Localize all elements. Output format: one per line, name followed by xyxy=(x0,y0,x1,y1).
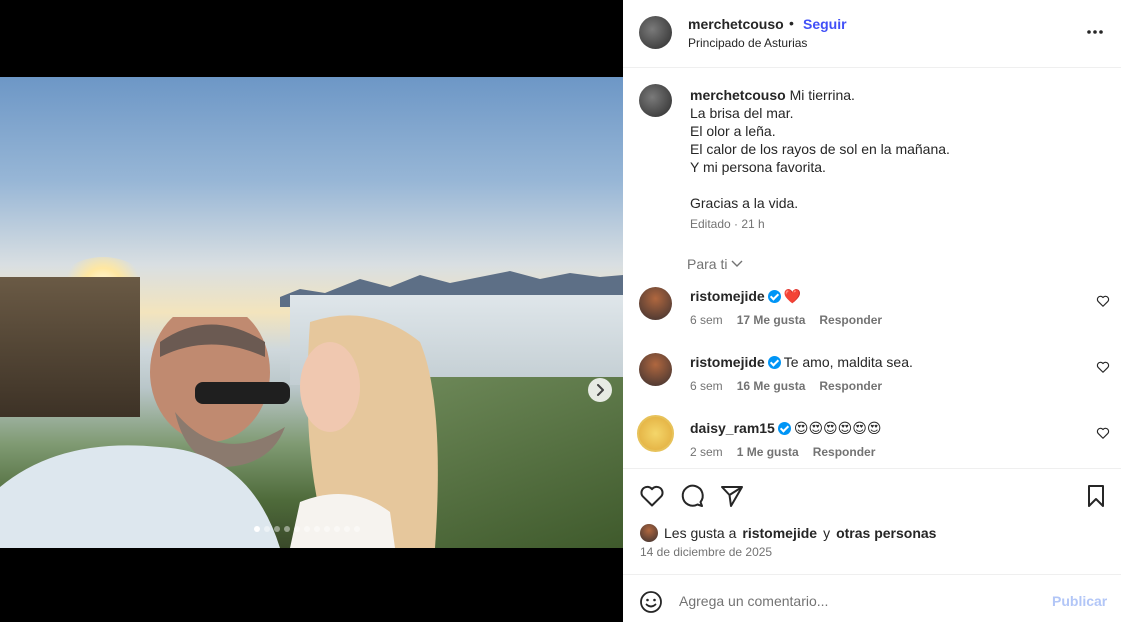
reply-button[interactable]: Responder xyxy=(819,313,882,327)
caption-line: Gracias a la vida. xyxy=(690,195,799,211)
comment-text: ristomejide ❤️ xyxy=(690,288,802,304)
carousel-dot xyxy=(294,526,300,532)
post-caption: merchetcouso Mi tierrina. La brisa del m… xyxy=(690,86,1090,212)
caption-line: El olor a leña. xyxy=(690,123,776,139)
comment-meta: 6 sem 17 Me gusta Responder xyxy=(690,313,882,327)
chevron-right-icon xyxy=(597,384,604,396)
verified-badge-icon xyxy=(767,290,781,303)
carousel-dot xyxy=(314,526,320,532)
carousel-dot xyxy=(284,526,290,532)
comment-bubble-icon[interactable] xyxy=(679,483,705,509)
commenter-username[interactable]: daisy_ram15 xyxy=(690,420,775,436)
comment-age[interactable]: 6 sem xyxy=(690,379,723,393)
verified-badge-icon xyxy=(777,422,791,435)
comment-input[interactable] xyxy=(679,589,1039,613)
post-dialog: merchetcouso • Seguir Principado de Astu… xyxy=(0,0,1121,622)
commenter-username[interactable]: ristomejide xyxy=(690,288,765,304)
media-pane xyxy=(0,0,623,622)
commenter-avatar[interactable] xyxy=(639,287,672,320)
carousel-dot xyxy=(264,526,270,532)
reply-button[interactable]: Responder xyxy=(819,379,882,393)
emoji-icon[interactable] xyxy=(639,590,663,614)
man-figure xyxy=(0,317,290,548)
action-bar xyxy=(623,468,1121,522)
more-options-icon[interactable] xyxy=(1085,22,1105,42)
comment-likes[interactable]: 1 Me gusta xyxy=(737,445,799,459)
publish-button[interactable]: Publicar xyxy=(1052,593,1107,609)
likes-summary: Les gusta a ristomejide y otras personas xyxy=(640,524,936,542)
comment-item: daisy_ram15 😍😍😍😍😍😍 2 sem 1 Me gusta Respo… xyxy=(637,415,1110,467)
likes-prefix: Les gusta a xyxy=(664,525,737,541)
commenter-avatar[interactable] xyxy=(637,415,674,452)
woman-figure xyxy=(290,315,438,548)
comment-filter-label: Para ti xyxy=(687,256,728,272)
caption-line: La brisa del mar. xyxy=(690,105,794,121)
side-pane: merchetcouso • Seguir Principado de Astu… xyxy=(623,0,1121,622)
comment-likes[interactable]: 16 Me gusta xyxy=(737,379,806,393)
caption-line: Y mi persona favorita. xyxy=(690,159,826,175)
comment-text: ristomejide Te amo, maldita sea. xyxy=(690,354,913,370)
liker-username[interactable]: ristomejide xyxy=(742,525,817,541)
carousel-dot xyxy=(344,526,350,532)
carousel-dot xyxy=(354,526,360,532)
post-location[interactable]: Principado de Asturias xyxy=(688,36,807,50)
author-username[interactable]: merchetcouso xyxy=(688,16,784,32)
commenter-username[interactable]: ristomejide xyxy=(690,354,765,370)
comment-likes[interactable]: 17 Me gusta xyxy=(737,313,806,327)
comment-filter-dropdown[interactable]: Para ti xyxy=(687,256,743,272)
carousel-dot xyxy=(324,526,330,532)
chevron-down-icon xyxy=(731,260,743,267)
heart-outline-icon[interactable] xyxy=(1096,426,1110,440)
commenter-avatar[interactable] xyxy=(639,353,672,386)
heart-outline-icon[interactable] xyxy=(1096,294,1110,308)
carousel-dot xyxy=(334,526,340,532)
comment-text: daisy_ram15 😍😍😍😍😍😍 xyxy=(690,420,882,436)
comment-meta: 6 sem 16 Me gusta Responder xyxy=(690,379,882,393)
like-heart-icon[interactable] xyxy=(639,483,665,509)
liker-avatar[interactable] xyxy=(640,524,658,542)
share-send-icon[interactable] xyxy=(719,483,745,509)
caption-line: El calor de los rayos de sol en la mañan… xyxy=(690,141,950,157)
header-separator: • xyxy=(789,15,794,31)
next-slide-button[interactable] xyxy=(588,378,612,402)
carousel-dot xyxy=(274,526,280,532)
comment-meta: 2 sem 1 Me gusta Responder xyxy=(690,445,875,459)
caption-username[interactable]: merchetcouso xyxy=(690,87,786,103)
likes-connector: y xyxy=(823,525,831,541)
comment-composer: Publicar xyxy=(623,574,1121,622)
comment-item: ristomejide ❤️ 6 sem 17 Me gusta Responde… xyxy=(639,287,1110,337)
carousel-dots xyxy=(254,526,360,532)
likes-others-link[interactable]: otras personas xyxy=(836,525,936,541)
bookmark-save-icon[interactable] xyxy=(1083,483,1109,509)
comment-age[interactable]: 6 sem xyxy=(690,313,723,327)
caption-meta: Editado · 21 h xyxy=(690,217,765,231)
heart-outline-icon[interactable] xyxy=(1096,360,1110,374)
post-photo[interactable] xyxy=(0,77,623,548)
post-date[interactable]: 14 de diciembre de 2025 xyxy=(640,545,772,559)
comment-item: ristomejide Te amo, maldita sea. 6 sem 16… xyxy=(639,353,1110,403)
carousel-dot xyxy=(304,526,310,532)
reply-button[interactable]: Responder xyxy=(813,445,876,459)
carousel-dot xyxy=(254,526,260,532)
comment-age[interactable]: 2 sem xyxy=(690,445,723,459)
follow-button[interactable]: Seguir xyxy=(803,16,847,32)
caption-avatar[interactable] xyxy=(639,84,672,117)
caption-line: merchetcouso Mi tierrina. xyxy=(690,87,855,103)
verified-badge-icon xyxy=(767,356,781,369)
post-header: merchetcouso • Seguir Principado de Astu… xyxy=(623,0,1121,68)
author-avatar[interactable] xyxy=(639,16,672,49)
